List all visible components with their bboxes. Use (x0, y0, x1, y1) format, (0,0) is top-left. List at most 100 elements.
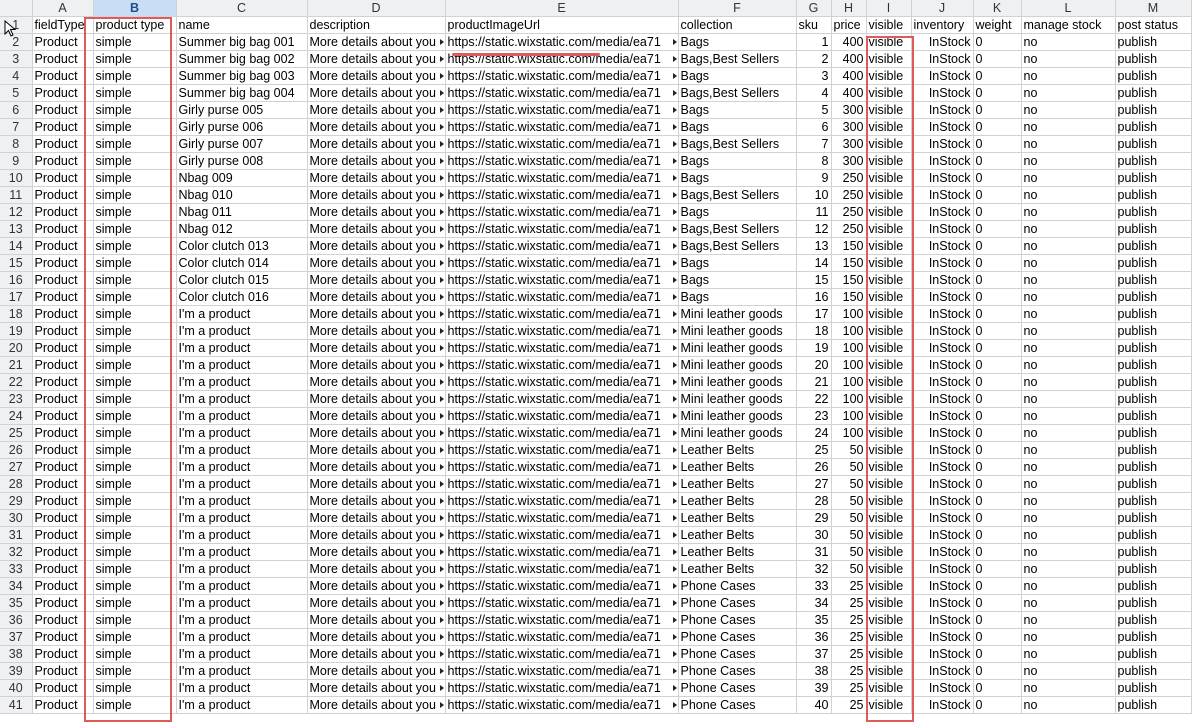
table-cell[interactable]: Product (32, 628, 94, 646)
table-cell[interactable]: simple (93, 543, 177, 561)
table-cell[interactable]: 150 (831, 254, 867, 272)
table-cell[interactable]: publish (1115, 424, 1192, 442)
row-header[interactable]: 7 (0, 118, 33, 136)
table-cell[interactable]: no (1021, 560, 1116, 578)
table-cell[interactable]: Product (32, 407, 94, 425)
table-cell[interactable]: 28 (796, 492, 832, 510)
table-cell[interactable]: no (1021, 288, 1116, 306)
table-cell[interactable]: More details about you (307, 220, 446, 238)
table-cell[interactable]: no (1021, 475, 1116, 493)
table-cell[interactable]: publish (1115, 118, 1192, 136)
table-cell[interactable]: 25 (831, 679, 867, 697)
row-header[interactable]: 11 (0, 186, 33, 204)
table-cell[interactable]: no (1021, 339, 1116, 357)
table-cell[interactable]: InStock (911, 101, 974, 119)
table-cell[interactable]: InStock (911, 220, 974, 238)
table-cell[interactable]: simple (93, 509, 177, 527)
table-cell[interactable]: Product (32, 254, 94, 272)
table-cell[interactable]: no (1021, 220, 1116, 238)
table-cell[interactable]: simple (93, 373, 177, 391)
table-cell[interactable]: 30 (796, 526, 832, 544)
row-header[interactable]: 27 (0, 458, 33, 476)
table-cell[interactable]: Mini leather goods (678, 356, 797, 374)
table-cell[interactable]: no (1021, 662, 1116, 680)
table-cell[interactable]: Bags,Best Sellers (678, 135, 797, 153)
table-cell[interactable]: InStock (911, 373, 974, 391)
table-cell[interactable]: Bags,Best Sellers (678, 237, 797, 255)
table-cell[interactable]: InStock (911, 67, 974, 85)
table-cell[interactable]: 0 (973, 305, 1022, 323)
table-cell[interactable]: Product (32, 373, 94, 391)
table-cell[interactable]: simple (93, 67, 177, 85)
table-cell[interactable]: 22 (796, 390, 832, 408)
table-cell[interactable]: Girly purse 005 (176, 101, 308, 119)
table-cell[interactable]: Product (32, 679, 94, 697)
table-cell[interactable]: More details about you (307, 424, 446, 442)
table-cell[interactable]: Summer big bag 001 (176, 33, 308, 51)
table-cell[interactable]: More details about you (307, 356, 446, 374)
table-cell[interactable]: Bags (678, 254, 797, 272)
table-cell[interactable]: 5 (796, 101, 832, 119)
table-cell[interactable]: I'm a product (176, 662, 308, 680)
table-cell[interactable]: 150 (831, 288, 867, 306)
table-cell[interactable]: 25 (831, 628, 867, 646)
table-cell[interactable]: publish (1115, 271, 1192, 289)
table-cell[interactable]: publish (1115, 645, 1192, 663)
table-cell[interactable]: 4 (796, 84, 832, 102)
table-cell[interactable]: I'm a product (176, 526, 308, 544)
table-cell[interactable]: no (1021, 373, 1116, 391)
table-cell[interactable]: Product (32, 390, 94, 408)
table-cell[interactable]: 100 (831, 390, 867, 408)
table-cell[interactable]: https://static.wixstatic.com/media/ea71 (445, 305, 679, 323)
table-cell[interactable]: 20 (796, 356, 832, 374)
table-cell[interactable]: simple (93, 254, 177, 272)
table-cell[interactable]: publish (1115, 526, 1192, 544)
table-cell[interactable]: InStock (911, 339, 974, 357)
column-header-d[interactable]: D (307, 0, 446, 17)
table-cell[interactable]: https://static.wixstatic.com/media/ea71 (445, 237, 679, 255)
table-cell[interactable]: 0 (973, 492, 1022, 510)
table-cell[interactable]: https://static.wixstatic.com/media/ea71 (445, 509, 679, 527)
table-cell[interactable]: https://static.wixstatic.com/media/ea71 (445, 186, 679, 204)
table-cell[interactable]: 100 (831, 322, 867, 340)
table-cell[interactable]: simple (93, 390, 177, 408)
table-cell[interactable]: InStock (911, 577, 974, 595)
table-cell[interactable]: 150 (831, 237, 867, 255)
table-cell[interactable]: simple (93, 118, 177, 136)
row-header[interactable]: 5 (0, 84, 33, 102)
table-cell[interactable]: 250 (831, 169, 867, 187)
table-cell[interactable]: Product (32, 526, 94, 544)
table-cell[interactable]: no (1021, 645, 1116, 663)
table-cell[interactable]: InStock (911, 186, 974, 204)
row-header[interactable]: 3 (0, 50, 33, 68)
table-cell[interactable]: More details about you (307, 509, 446, 527)
table-cell[interactable]: publish (1115, 84, 1192, 102)
table-cell[interactable]: 13 (796, 237, 832, 255)
table-cell[interactable]: Bags (678, 169, 797, 187)
table-cell[interactable]: Product (32, 645, 94, 663)
table-cell[interactable]: no (1021, 84, 1116, 102)
table-cell[interactable]: More details about you (307, 101, 446, 119)
table-cell[interactable]: 0 (973, 135, 1022, 153)
table-cell[interactable]: 0 (973, 509, 1022, 527)
table-cell[interactable]: visible (866, 84, 912, 102)
table-cell[interactable]: More details about you (307, 560, 446, 578)
table-cell[interactable]: 0 (973, 169, 1022, 187)
table-cell[interactable]: 0 (973, 628, 1022, 646)
table-cell[interactable]: visible (866, 152, 912, 170)
table-cell[interactable]: InStock (911, 118, 974, 136)
table-cell[interactable]: 0 (973, 220, 1022, 238)
table-cell[interactable]: 0 (973, 696, 1022, 714)
table-cell[interactable]: 300 (831, 101, 867, 119)
table-cell[interactable]: https://static.wixstatic.com/media/ea71 (445, 373, 679, 391)
table-cell[interactable]: https://static.wixstatic.com/media/ea71 (445, 526, 679, 544)
field-header-cell[interactable]: manage stock (1021, 16, 1116, 34)
table-cell[interactable]: I'm a product (176, 509, 308, 527)
table-cell[interactable]: 300 (831, 152, 867, 170)
table-cell[interactable]: publish (1115, 662, 1192, 680)
table-cell[interactable]: 400 (831, 67, 867, 85)
table-cell[interactable]: no (1021, 611, 1116, 629)
table-cell[interactable]: 0 (973, 526, 1022, 544)
table-cell[interactable]: visible (866, 339, 912, 357)
table-cell[interactable]: visible (866, 628, 912, 646)
